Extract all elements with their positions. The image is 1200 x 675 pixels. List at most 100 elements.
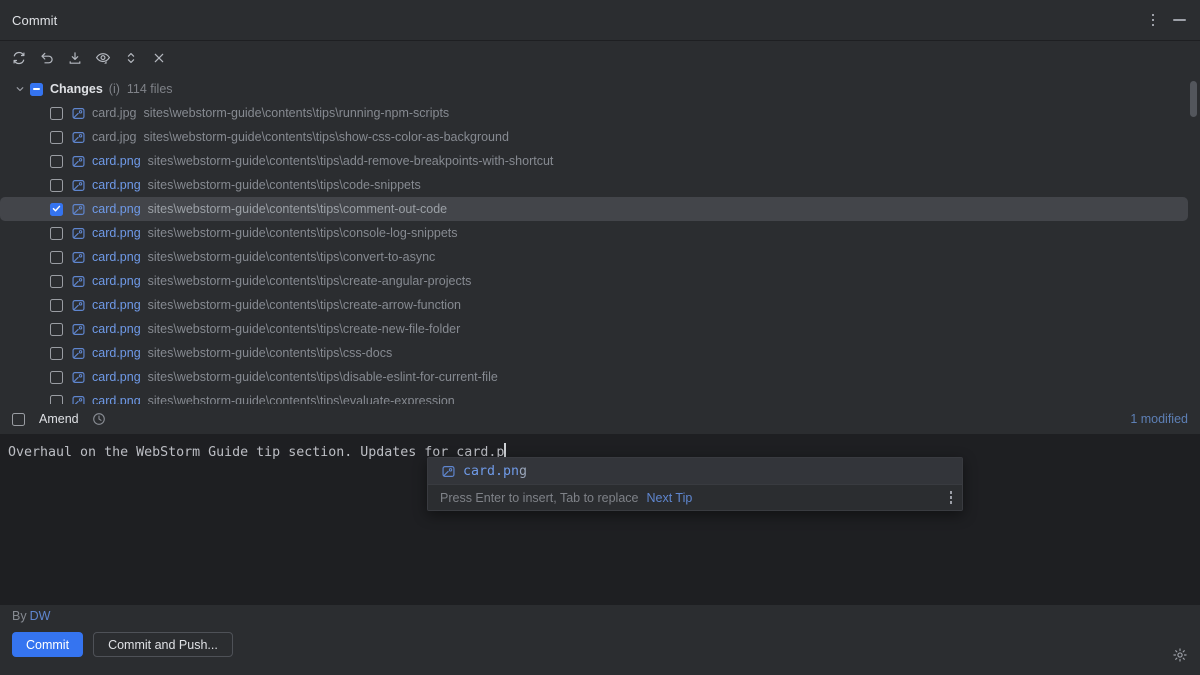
file-name: card.png bbox=[92, 322, 141, 336]
modified-count-label: 1 modified bbox=[1130, 412, 1188, 426]
file-checkbox[interactable] bbox=[50, 178, 63, 192]
changes-tree[interactable]: Changes (i) 114 files card.jpg sites\webs… bbox=[0, 75, 1200, 404]
table-row[interactable]: card.png sites\webstorm-guide\contents\ti… bbox=[0, 221, 1188, 245]
clock-icon[interactable] bbox=[91, 411, 107, 427]
file-name: card.png bbox=[92, 154, 141, 168]
file-checkbox[interactable] bbox=[50, 346, 63, 360]
file-path: sites\webstorm-guide\contents\tips\css-d… bbox=[147, 346, 393, 360]
table-row[interactable]: card.png sites\webstorm-guide\contents\ti… bbox=[0, 197, 1188, 221]
image-file-icon bbox=[70, 369, 86, 385]
changes-group-checkbox[interactable] bbox=[30, 82, 43, 96]
commit-and-push-button[interactable]: Commit and Push... bbox=[93, 632, 233, 657]
changes-file-count: 114 files bbox=[126, 82, 173, 96]
image-file-icon bbox=[70, 153, 86, 169]
image-file-icon bbox=[70, 345, 86, 361]
changes-group-row[interactable]: Changes (i) 114 files bbox=[0, 77, 1188, 101]
file-checkbox[interactable] bbox=[50, 106, 63, 120]
title-bar: Commit bbox=[0, 0, 1200, 41]
file-path: sites\webstorm-guide\contents\tips\add-r… bbox=[147, 154, 554, 168]
by-label: By bbox=[12, 609, 27, 623]
image-file-icon bbox=[70, 105, 86, 121]
file-checkbox[interactable] bbox=[50, 130, 63, 144]
file-path: sites\webstorm-guide\contents\tips\code-… bbox=[147, 178, 421, 192]
rollback-button[interactable] bbox=[34, 45, 60, 71]
file-checkbox[interactable] bbox=[50, 298, 63, 312]
changes-scrollbar-thumb[interactable] bbox=[1190, 81, 1197, 117]
image-file-icon bbox=[70, 249, 86, 265]
file-checkbox[interactable] bbox=[50, 322, 63, 336]
commit-footer: By DW Commit Commit and Push... bbox=[0, 605, 1200, 675]
changes-info-marker[interactable]: (i) bbox=[109, 82, 120, 96]
table-row[interactable]: card.png sites\webstorm-guide\contents\ti… bbox=[0, 293, 1188, 317]
settings-button[interactable] bbox=[1170, 645, 1190, 665]
update-project-button[interactable] bbox=[62, 45, 88, 71]
table-row[interactable]: card.png sites\webstorm-guide\contents\ti… bbox=[0, 317, 1188, 341]
completion-popup-menu-button[interactable] bbox=[949, 491, 952, 504]
file-name: card.png bbox=[92, 226, 141, 240]
table-row[interactable]: card.png sites\webstorm-guide\contents\ti… bbox=[0, 389, 1188, 404]
checkbox-dash-icon bbox=[33, 88, 40, 90]
file-path: sites\webstorm-guide\contents\tips\creat… bbox=[147, 322, 461, 336]
file-checkbox[interactable] bbox=[50, 250, 63, 264]
table-row[interactable]: card.png sites\webstorm-guide\contents\ti… bbox=[0, 341, 1188, 365]
more-options-button[interactable] bbox=[1140, 7, 1166, 33]
refresh-changes-button[interactable] bbox=[6, 45, 32, 71]
file-checkbox[interactable] bbox=[50, 202, 63, 216]
amend-label: Amend bbox=[39, 412, 79, 426]
changes-tree-panel: Changes (i) 114 files card.jpg sites\webs… bbox=[0, 75, 1200, 404]
file-checkbox[interactable] bbox=[50, 274, 63, 288]
file-name: card.png bbox=[92, 298, 141, 312]
file-path: sites\webstorm-guide\contents\tips\show-… bbox=[143, 130, 509, 144]
minimize-button[interactable] bbox=[1166, 7, 1192, 33]
image-file-icon bbox=[70, 201, 86, 217]
table-row[interactable]: card.png sites\webstorm-guide\contents\ti… bbox=[0, 173, 1188, 197]
image-file-icon bbox=[70, 177, 86, 193]
table-row[interactable]: card.png sites\webstorm-guide\contents\ti… bbox=[0, 365, 1188, 389]
expand-collapse-button[interactable] bbox=[118, 45, 144, 71]
table-row[interactable]: card.jpg sites\webstorm-guide\contents\ti… bbox=[0, 125, 1188, 149]
table-row[interactable]: card.png sites\webstorm-guide\contents\ti… bbox=[0, 245, 1188, 269]
next-tip-link[interactable]: Next Tip bbox=[646, 491, 692, 505]
table-row[interactable]: card.jpg sites\webstorm-guide\contents\ti… bbox=[0, 101, 1188, 125]
minimize-icon bbox=[1172, 19, 1186, 21]
file-path: sites\webstorm-guide\contents\tips\conve… bbox=[147, 250, 436, 264]
completion-item-text: card.png bbox=[463, 464, 527, 479]
amend-checkbox[interactable] bbox=[12, 412, 25, 426]
file-name: card.png bbox=[92, 274, 141, 288]
table-row[interactable]: card.png sites\webstorm-guide\contents\ti… bbox=[0, 269, 1188, 293]
file-path: sites\webstorm-guide\contents\tips\comme… bbox=[147, 202, 448, 216]
show-diff-button[interactable] bbox=[90, 45, 116, 71]
completion-popup-footer: Press Enter to insert, Tab to replace Ne… bbox=[428, 484, 962, 510]
file-checkbox[interactable] bbox=[50, 370, 63, 384]
image-file-icon bbox=[70, 129, 86, 145]
changes-scrollbar[interactable] bbox=[1189, 79, 1197, 399]
file-path: sites\webstorm-guide\contents\tips\runni… bbox=[143, 106, 450, 120]
file-checkbox[interactable] bbox=[50, 394, 63, 404]
commit-message-editor[interactable]: Overhaul on the WebStorm Guide tip secti… bbox=[0, 434, 1200, 605]
image-file-icon bbox=[440, 463, 456, 479]
commit-button[interactable]: Commit bbox=[12, 632, 84, 657]
image-file-icon bbox=[70, 225, 86, 241]
file-checkbox[interactable] bbox=[50, 226, 63, 240]
file-path: sites\webstorm-guide\contents\tips\creat… bbox=[147, 298, 461, 312]
file-name: card.jpg bbox=[92, 106, 137, 120]
close-icon bbox=[154, 53, 164, 63]
table-row[interactable]: card.png sites\webstorm-guide\contents\ti… bbox=[0, 149, 1188, 173]
completion-popup[interactable]: card.png Press Enter to insert, Tab to r… bbox=[427, 457, 963, 511]
completion-item-suffix: g bbox=[519, 463, 528, 479]
file-checkbox[interactable] bbox=[50, 154, 63, 168]
footer-buttons: Commit Commit and Push... bbox=[8, 632, 1188, 657]
file-name: card.png bbox=[92, 202, 141, 216]
file-name: card.png bbox=[92, 394, 141, 404]
window-title: Commit bbox=[12, 12, 58, 28]
completion-item-card-png[interactable]: card.png bbox=[428, 458, 962, 484]
file-name: card.png bbox=[92, 250, 141, 264]
commit-tool-window: Commit Changes (i) 114 files card.jpg si… bbox=[0, 0, 1200, 675]
image-file-icon bbox=[70, 321, 86, 337]
completion-item-prefix: card.pn bbox=[463, 463, 520, 479]
checkmark-icon bbox=[52, 202, 61, 216]
close-button[interactable] bbox=[146, 45, 172, 71]
file-name: card.png bbox=[92, 370, 141, 384]
chevron-down-icon[interactable] bbox=[12, 81, 28, 97]
author-name[interactable]: DW bbox=[30, 609, 51, 623]
